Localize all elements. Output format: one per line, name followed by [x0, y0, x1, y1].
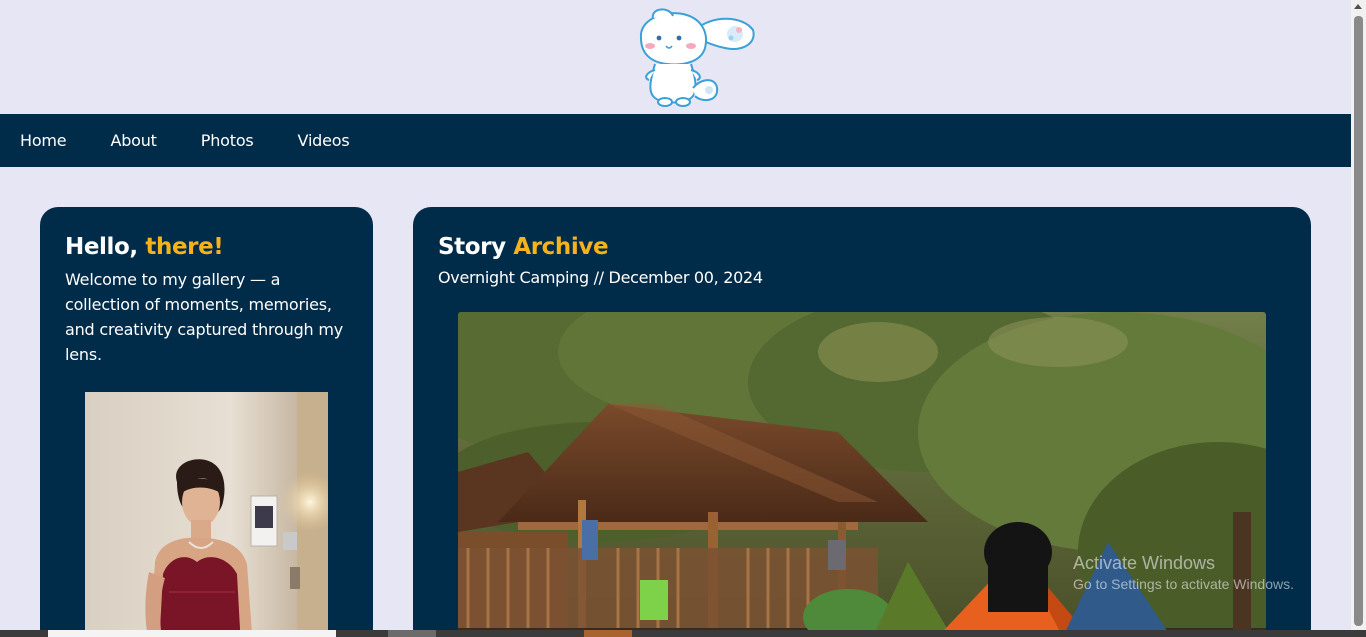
intro-description: Welcome to my gallery — a collection of … [65, 270, 344, 364]
vertical-scrollbar[interactable] [1351, 0, 1366, 637]
watermark-subtitle: Go to Settings to activate Windows. [1073, 576, 1294, 592]
activate-windows-watermark: Activate Windows Go to Settings to activ… [1073, 553, 1294, 592]
intro-heading: Hello, there! [65, 234, 224, 260]
nav-photos-link[interactable]: Photos [201, 131, 254, 150]
nav-about-link[interactable]: About [110, 131, 157, 150]
intro-card: Hello, there! Welcome to my gallery — a … [40, 207, 373, 637]
greeting-text: Hello, [65, 234, 138, 260]
main-nav: Home About Photos Videos [0, 114, 1351, 167]
scrollbar-thumb[interactable] [1354, 16, 1363, 626]
site-header [0, 0, 1351, 114]
story-title-accent-text: Archive [513, 234, 609, 260]
taskbar-segment [584, 630, 632, 637]
taskbar-segment [48, 630, 336, 637]
nav-videos-link[interactable]: Videos [298, 131, 350, 150]
cinnamoroll-logo-icon[interactable] [633, 8, 759, 108]
scroll-up-arrow-icon[interactable] [1354, 4, 1362, 9]
profile-photo [85, 392, 328, 637]
taskbar-edge [0, 630, 1366, 637]
taskbar-segment [388, 630, 436, 637]
watermark-title: Activate Windows [1073, 553, 1216, 573]
story-heading: Story Archive [438, 234, 609, 260]
nav-home-link[interactable]: Home [20, 131, 67, 150]
story-title-text: Story [438, 234, 506, 260]
story-subtitle: Overnight Camping // December 00, 2024 [438, 268, 763, 287]
greeting-accent-text: there! [145, 234, 224, 260]
